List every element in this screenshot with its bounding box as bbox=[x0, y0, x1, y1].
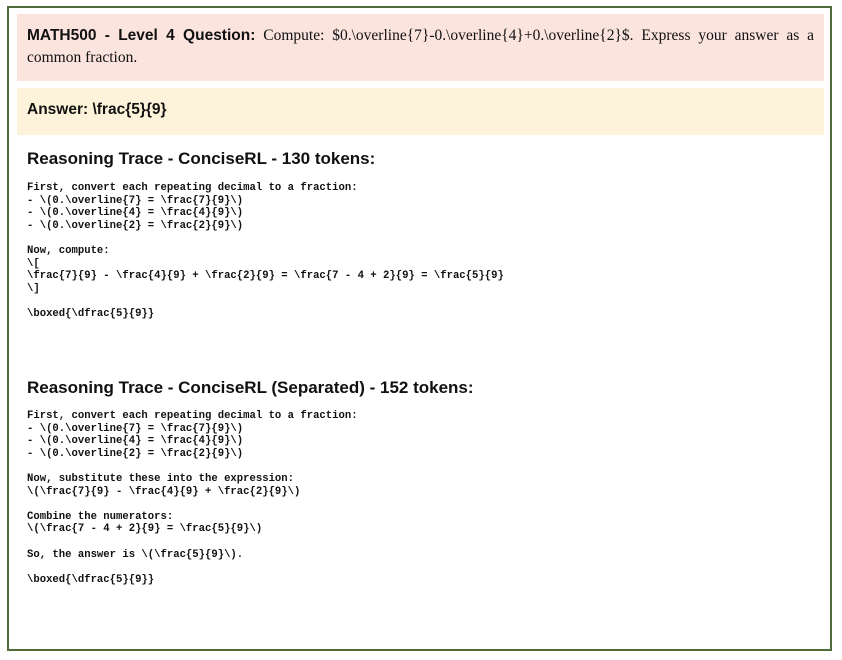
question-label: MATH500 - Level 4 Question: bbox=[27, 27, 256, 44]
trace-body-concise: First, convert each repeating decimal to… bbox=[27, 182, 504, 320]
example-card: MATH500 - Level 4 Question: Compute: $0.… bbox=[7, 6, 832, 651]
trace-heading-concise: Reasoning Trace - ConciseRL - 130 tokens… bbox=[27, 149, 376, 168]
trace-heading-separated: Reasoning Trace - ConciseRL (Separated) … bbox=[27, 378, 474, 397]
trace-body-separated: First, convert each repeating decimal to… bbox=[27, 410, 358, 586]
answer-text: Answer: \frac{5}{9} bbox=[27, 101, 167, 118]
question-box: MATH500 - Level 4 Question: Compute: $0.… bbox=[17, 14, 824, 81]
answer-box: Answer: \frac{5}{9} bbox=[17, 88, 824, 135]
